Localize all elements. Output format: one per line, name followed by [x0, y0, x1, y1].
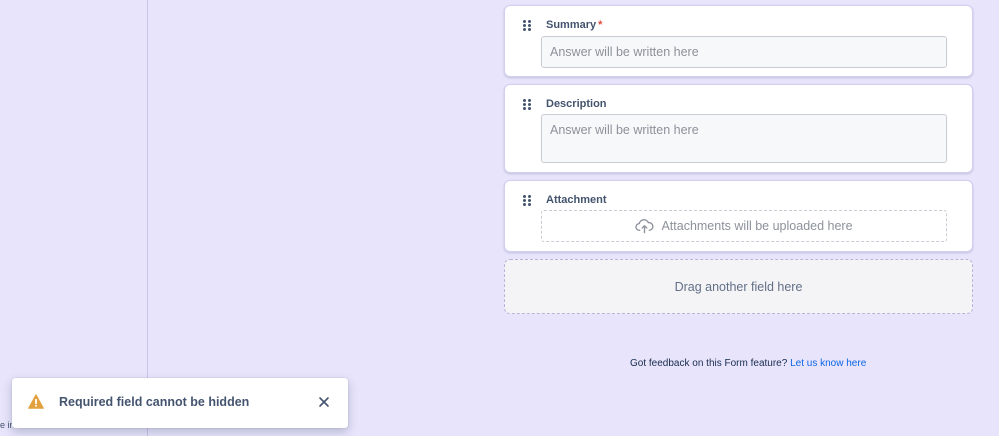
- form-field-description[interactable]: Description Answer will be written here: [504, 84, 973, 173]
- form-field-attachment[interactable]: Attachment Attachments will be uploaded …: [504, 180, 973, 252]
- field-label-description: Description: [546, 98, 607, 110]
- feedback-line: Got feedback on this Form feature? Let u…: [630, 358, 866, 369]
- drag-handle-icon[interactable]: [523, 99, 531, 110]
- summary-answer-preview: Answer will be written here: [541, 36, 947, 68]
- form-builder-page: e in Summary * Answer will be written her…: [0, 0, 999, 436]
- close-icon[interactable]: [317, 395, 331, 409]
- field-label-summary: Summary *: [546, 19, 602, 31]
- field-label-attachment: Attachment: [546, 194, 607, 206]
- field-label-text: Summary: [546, 19, 597, 31]
- panel-divider: [147, 0, 148, 436]
- toast-notification: Required field cannot be hidden: [12, 378, 348, 428]
- required-marker: *: [598, 19, 603, 31]
- feedback-link[interactable]: Let us know here: [790, 358, 866, 369]
- warning-icon: [28, 394, 44, 409]
- drop-zone[interactable]: Drag another field here: [504, 259, 973, 314]
- attachment-upload-preview: Attachments will be uploaded here: [541, 210, 947, 242]
- feedback-text: Got feedback on this Form feature?: [630, 358, 788, 369]
- drag-handle-icon[interactable]: [523, 195, 531, 206]
- drop-zone-label: Drag another field here: [674, 279, 803, 294]
- attachment-placeholder-text: Attachments will be uploaded here: [661, 219, 853, 233]
- drag-handle-icon[interactable]: [523, 20, 531, 31]
- cloud-upload-icon: [635, 219, 654, 234]
- form-field-summary[interactable]: Summary * Answer will be written here: [504, 5, 973, 77]
- description-answer-preview: Answer will be written here: [541, 114, 947, 163]
- toast-message: Required field cannot be hidden: [59, 395, 250, 409]
